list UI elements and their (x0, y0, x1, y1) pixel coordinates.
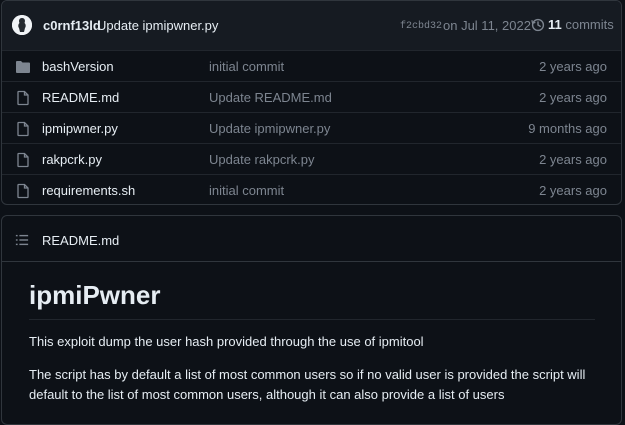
file-commit-age: 2 years ago (539, 183, 607, 198)
file-name-link[interactable]: rakpcrk.py (42, 152, 102, 167)
file-commit-message[interactable]: Update rakpcrk.py (209, 152, 315, 167)
file-commit-age: 2 years ago (539, 59, 607, 74)
file-commit-message[interactable]: Update README.md (209, 90, 332, 105)
readme-header: README.md (2, 216, 621, 262)
file-commit-message[interactable]: initial commit (209, 59, 284, 74)
file-icon (15, 90, 31, 109)
commit-date: on Jul 11, 2022 (443, 18, 531, 33)
avatar[interactable] (12, 15, 32, 35)
file-row[interactable]: ipmipwner.py Update ipmipwner.py 9 months … (2, 112, 621, 144)
commit-history-link[interactable]: 11 commits (531, 17, 614, 32)
file-commit-message[interactable]: initial commit (209, 183, 284, 198)
file-commit-message[interactable]: Update ipmipwner.py (209, 121, 330, 136)
file-row[interactable]: bashVersion initial commit 2 years ago (2, 50, 621, 82)
commit-sha[interactable]: f2cbd32 (400, 21, 442, 32)
file-row[interactable]: requirements.sh initial commit 2 years ago (2, 174, 621, 204)
commit-author[interactable]: c0rnf13ld (43, 18, 101, 33)
commit-count: 11 (548, 17, 562, 32)
file-row[interactable]: README.md Update README.md 2 years ago (2, 81, 621, 113)
readme-heading: ipmiPwner (29, 279, 595, 320)
file-commit-age: 9 months ago (528, 121, 607, 136)
readme-paragraph: This exploit dump the user hash provided… (29, 334, 424, 349)
file-icon (15, 183, 31, 202)
readme-paragraph: The script has by default a list of most… (29, 367, 586, 402)
file-commit-age: 2 years ago (539, 90, 607, 105)
file-icon (15, 121, 31, 140)
latest-commit-bar: c0rnf13ld Update ipmipwner.py f2cbd32 on… (2, 1, 621, 51)
file-name-link[interactable]: bashVersion (42, 59, 114, 74)
file-commit-age: 2 years ago (539, 152, 607, 167)
file-name-link[interactable]: README.md (42, 90, 119, 105)
file-name-link[interactable]: requirements.sh (42, 183, 135, 198)
commit-message[interactable]: Update ipmipwner.py (97, 18, 218, 33)
readme-panel: README.md ipmiPwner This exploit dump th… (1, 215, 622, 425)
file-name-link[interactable]: ipmipwner.py (42, 121, 118, 136)
file-row[interactable]: rakpcrk.py Update rakpcrk.py 2 years ago (2, 143, 621, 175)
readme-title[interactable]: README.md (42, 233, 119, 248)
folder-icon (15, 59, 31, 78)
history-icon (531, 18, 545, 32)
file-browser: c0rnf13ld Update ipmipwner.py f2cbd32 on… (1, 0, 622, 205)
file-icon (15, 152, 31, 171)
commit-count-label: commits (565, 17, 614, 32)
list-icon[interactable] (15, 233, 29, 247)
